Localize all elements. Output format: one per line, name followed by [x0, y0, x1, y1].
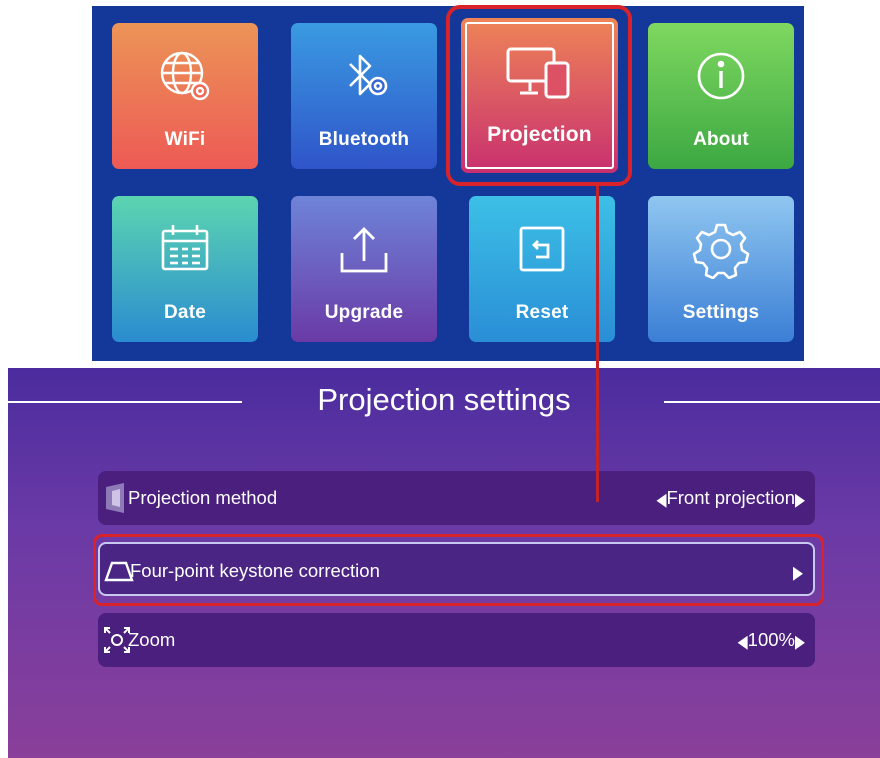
tile-label: Upgrade [324, 302, 404, 323]
tile-label: About [693, 129, 749, 150]
setting-value: ◀100%▶ [737, 629, 805, 653]
upload-icon [291, 216, 437, 282]
projection-settings-panel: Projection settings Projection method ◀F… [8, 368, 880, 758]
setting-row-projection-method[interactable]: Projection method ◀Front projection▶ [98, 471, 815, 525]
callout-connector-line [596, 186, 599, 502]
tile-bluetooth[interactable]: Bluetooth [291, 23, 437, 169]
tile-label: Date [164, 302, 206, 323]
right-arrow-icon[interactable]: ▶ [795, 631, 805, 653]
setting-value: ◀Front projection▶ [656, 487, 805, 511]
tile-upgrade[interactable]: Upgrade [291, 196, 437, 342]
tile-label: Bluetooth [318, 129, 410, 150]
left-arrow-icon[interactable]: ◀ [656, 489, 666, 511]
calendar-icon [112, 216, 258, 282]
setting-label: Zoom [128, 629, 176, 650]
reset-icon [469, 216, 615, 282]
setting-row-zoom[interactable]: Zoom ◀100%▶ [98, 613, 815, 667]
tile-label: WiFi [164, 129, 206, 150]
bluetooth-gear-icon [291, 43, 437, 109]
setting-label: Projection method [128, 487, 278, 508]
globe-gear-icon [112, 43, 258, 109]
info-icon [648, 43, 794, 109]
gear-icon [648, 216, 794, 282]
title-divider-right [664, 401, 880, 403]
tile-label: Reset [515, 302, 569, 323]
keystone-highlight-box [93, 534, 824, 606]
tile-about[interactable]: About [648, 23, 794, 169]
right-arrow-icon[interactable]: ▶ [795, 489, 805, 511]
tile-settings[interactable]: Settings [648, 196, 794, 342]
left-arrow-icon[interactable]: ◀ [738, 631, 748, 653]
projection-method-icon [102, 483, 128, 513]
projection-highlight-box [446, 5, 632, 186]
tile-label: Settings [682, 302, 760, 323]
tile-date[interactable]: Date [112, 196, 258, 342]
tile-wifi[interactable]: WiFi [112, 23, 258, 169]
zoom-corners-icon [102, 625, 130, 655]
tile-reset[interactable]: Reset [469, 196, 615, 342]
page-title: Projection settings [317, 382, 571, 417]
